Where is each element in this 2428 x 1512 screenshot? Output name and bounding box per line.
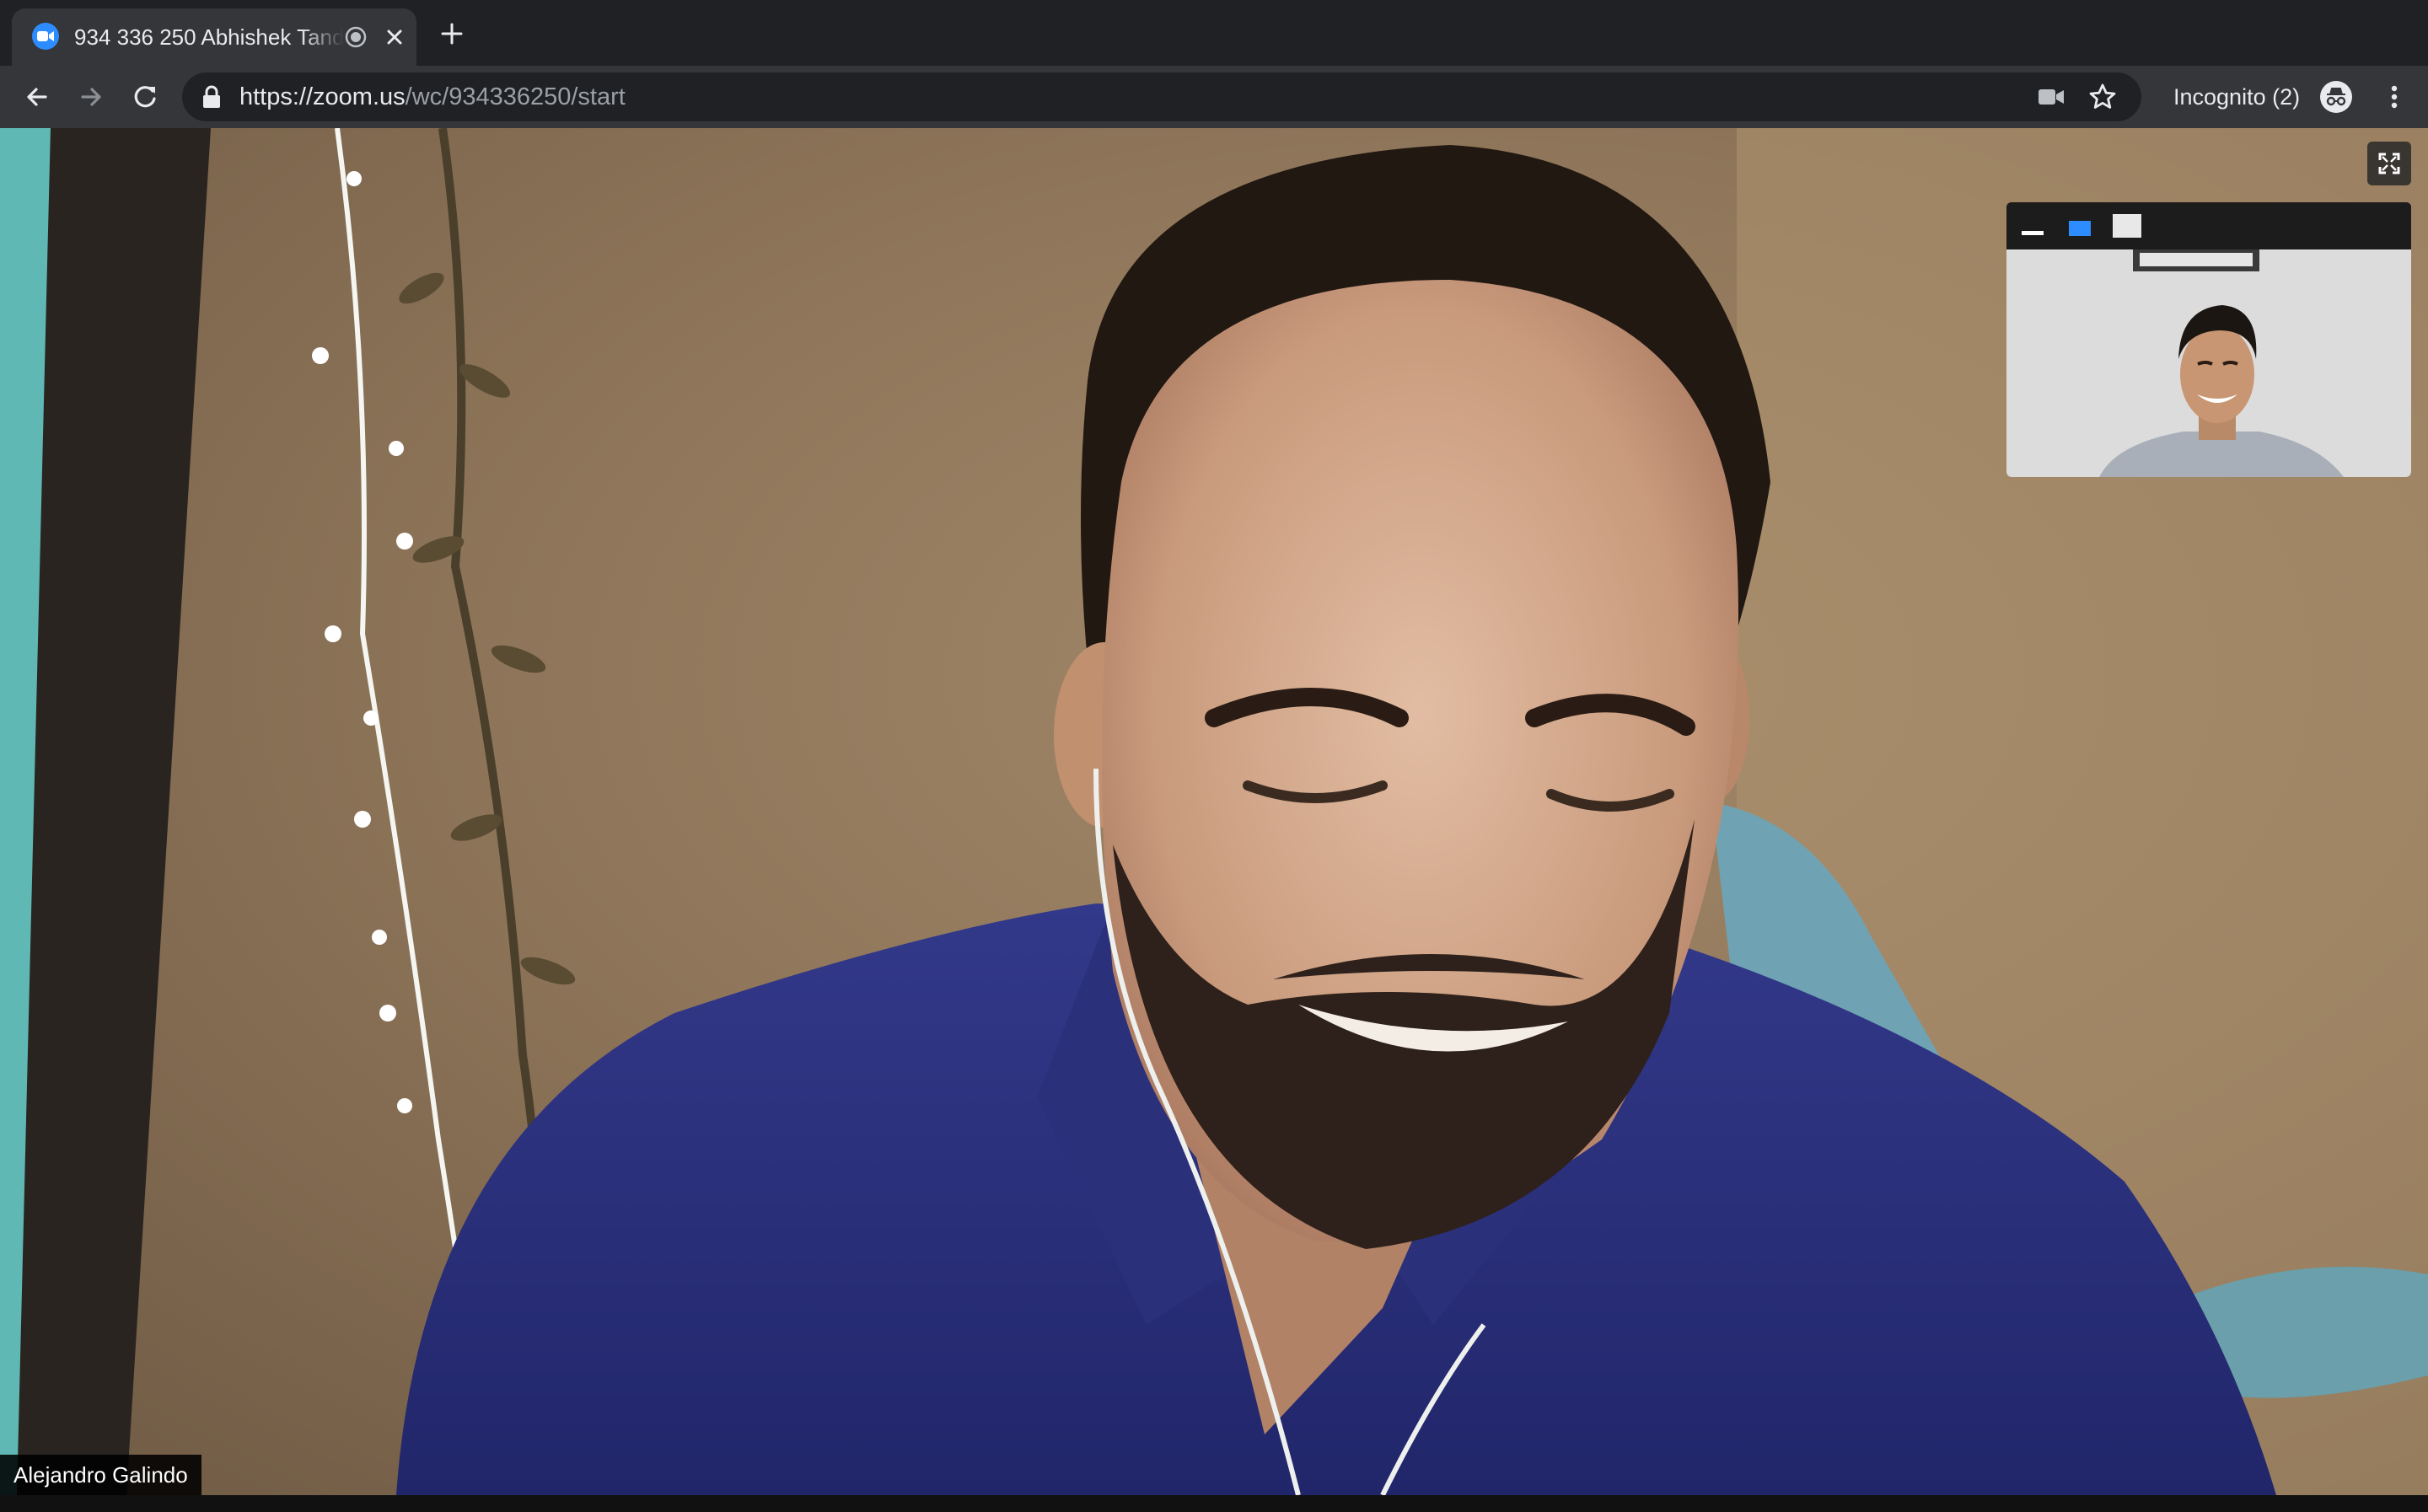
plus-icon[interactable] (438, 20, 465, 47)
star-icon[interactable] (2087, 82, 2118, 112)
browser-tab[interactable]: 934 336 250 Abhishek Tandon's Zoom Meeti… (12, 8, 416, 66)
participant-name-tag: Alejandro Galindo (0, 1455, 201, 1495)
incognito-icon[interactable] (2319, 80, 2353, 114)
url-text[interactable]: https://zoom.us/wc/934336250/start (239, 72, 626, 121)
medium-view-icon[interactable] (2069, 221, 2091, 236)
reload-icon[interactable] (128, 80, 162, 114)
lock-icon[interactable] (201, 85, 223, 109)
address-bar[interactable]: https://zoom.us/wc/934336250/start (182, 72, 2141, 121)
recording-dot-icon (342, 24, 369, 51)
self-view-controls (2006, 202, 2411, 249)
fullscreen-icon[interactable] (2367, 142, 2411, 185)
tab-title: 934 336 250 Abhishek Tandon's Zoom Meeti… (74, 24, 344, 50)
incognito-label[interactable]: Incognito (2) (2173, 66, 2300, 128)
arrow-right-icon[interactable] (74, 80, 108, 114)
camera-icon[interactable] (2037, 84, 2065, 110)
bottom-bar (0, 1495, 2428, 1512)
browser-toolbar: https://zoom.us/wc/934336250/start Incog… (0, 66, 2428, 128)
zoom-video-icon (32, 23, 59, 50)
self-view-window[interactable] (2006, 202, 2411, 477)
more-vertical-icon[interactable] (2377, 80, 2411, 114)
participant-video[interactable]: Alejandro Galindo (0, 128, 2428, 1495)
close-icon[interactable] (381, 24, 408, 51)
tab-strip: 934 336 250 Abhishek Tandon's Zoom Meeti… (0, 0, 2428, 66)
url-host: https://zoom.us (239, 83, 406, 110)
minimize-icon[interactable] (2022, 224, 2044, 236)
arrow-left-icon[interactable] (20, 80, 54, 114)
self-video (2006, 249, 2411, 477)
url-path: /wc/934336250/start (405, 83, 626, 110)
maximize-view-icon[interactable] (2113, 214, 2141, 238)
